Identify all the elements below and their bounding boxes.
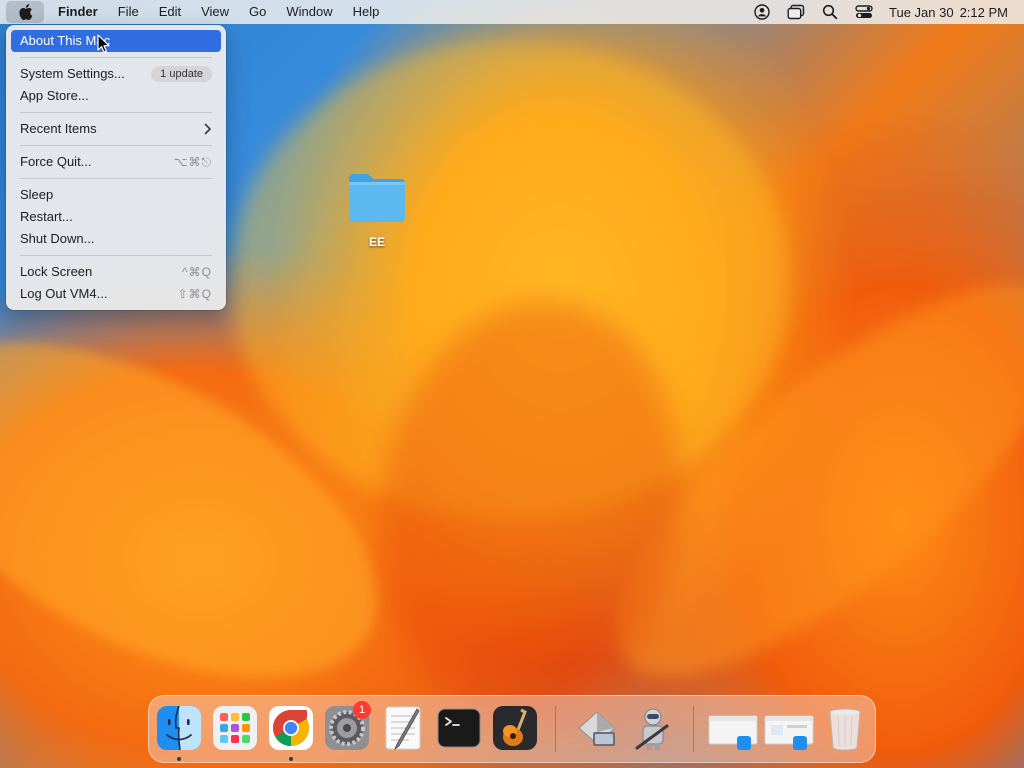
apple-menu-dropdown: About This Mac System Settings... 1 upda…: [6, 25, 226, 310]
user-icon[interactable]: [745, 0, 779, 24]
menu-help[interactable]: Help: [343, 0, 390, 24]
desktop: Finder File Edit View Go Window Help Tue…: [0, 0, 1024, 768]
dock-migration-assistant[interactable]: [573, 704, 621, 752]
menu-go[interactable]: Go: [239, 0, 276, 24]
menu-item-recent-items[interactable]: Recent Items: [11, 118, 221, 140]
minimized-window-thumbnail: [708, 715, 758, 750]
dock-textedit[interactable]: [379, 704, 427, 752]
trash-icon: [829, 708, 861, 751]
menu-separator: [20, 255, 212, 256]
menu-item-label: Restart...: [20, 209, 73, 224]
clock-date: Tue Jan 30: [889, 4, 954, 20]
menu-separator: [20, 57, 212, 58]
dock-garageband[interactable]: [491, 704, 539, 752]
menu-item-shortcut: ⇧⌘Q: [177, 287, 212, 301]
wallpaper-petal: [561, 223, 1024, 737]
menu-item-label: System Settings...: [20, 66, 125, 81]
menu-bar: Finder File Edit View Go Window Help Tue…: [0, 0, 1024, 24]
textedit-icon: [385, 706, 421, 751]
dock-finder[interactable]: [155, 704, 203, 752]
menu-file[interactable]: File: [108, 0, 149, 24]
guitar-icon: [493, 706, 537, 750]
wallpaper-petal: [0, 273, 431, 747]
dock-automator[interactable]: [629, 704, 677, 752]
wallpaper-petal: [352, 281, 708, 739]
menu-separator: [20, 112, 212, 113]
finder-icon: [157, 705, 201, 751]
menu-item-label: Shut Down...: [20, 231, 95, 246]
menu-item-restart[interactable]: Restart...: [11, 206, 221, 228]
menu-item-log-out[interactable]: Log Out VM4... ⇧⌘Q: [11, 283, 221, 305]
dock-trash[interactable]: [821, 704, 869, 752]
dock-divider: [555, 706, 556, 752]
mouse-cursor-icon: [97, 34, 110, 53]
migration-assistant-icon: [578, 711, 616, 746]
dock: 1: [148, 695, 876, 763]
automator-robot-icon: [635, 708, 669, 750]
chrome-icon: [269, 706, 313, 750]
menu-item-label: Log Out VM4...: [20, 286, 108, 301]
menu-separator: [20, 178, 212, 179]
window-stack-icon[interactable]: [779, 0, 813, 24]
menu-item-label: App Store...: [20, 88, 89, 103]
menu-item-shortcut: ⌥⌘⎋: [173, 155, 212, 169]
menu-item-label: Sleep: [20, 187, 54, 202]
menu-item-about-this-mac[interactable]: About This Mac: [11, 30, 221, 52]
minimized-window-thumbnail: [764, 715, 814, 750]
menu-window[interactable]: Window: [276, 0, 342, 24]
dock-terminal[interactable]: [435, 704, 483, 752]
menu-separator: [20, 145, 212, 146]
menu-clock[interactable]: Tue Jan 30 2:12 PM: [881, 5, 1014, 20]
clock-time: 2:12 PM: [959, 4, 1008, 20]
dock-launchpad[interactable]: [211, 704, 259, 752]
menu-app-name[interactable]: Finder: [48, 0, 108, 24]
menu-item-label: Lock Screen: [20, 264, 93, 279]
folder-icon: [349, 174, 405, 222]
menu-item-lock-screen[interactable]: Lock Screen ^⌘Q: [11, 261, 221, 283]
terminal-icon: [437, 708, 481, 748]
chevron-right-icon: [204, 123, 211, 135]
folder-name: EE: [368, 235, 385, 249]
apple-logo-icon: [19, 4, 33, 20]
menu-view[interactable]: View: [191, 0, 239, 24]
menu-item-app-store[interactable]: App Store...: [11, 85, 221, 107]
control-center-icon[interactable]: [847, 0, 881, 24]
menu-item-label: Force Quit...: [20, 154, 92, 169]
wallpaper-petal: [230, 40, 790, 520]
menu-edit[interactable]: Edit: [149, 0, 191, 24]
apple-menu-button[interactable]: [6, 1, 44, 23]
launchpad-icon: [213, 706, 257, 750]
menu-item-sleep[interactable]: Sleep: [11, 184, 221, 206]
dock-system-settings[interactable]: 1: [323, 701, 371, 752]
menu-item-shortcut: ^⌘Q: [182, 265, 212, 279]
notification-badge: 1: [353, 701, 371, 719]
menu-item-shut-down[interactable]: Shut Down...: [11, 228, 221, 250]
dock-minimized-window[interactable]: [763, 704, 814, 752]
menu-item-force-quit[interactable]: Force Quit... ⌥⌘⎋: [11, 151, 221, 173]
dock-minimized-window[interactable]: [707, 704, 758, 752]
menu-item-label: Recent Items: [20, 121, 97, 136]
menu-item-label: About This Mac: [20, 33, 111, 48]
menu-item-system-settings[interactable]: System Settings... 1 update: [11, 63, 221, 85]
update-badge: 1 update: [151, 66, 212, 82]
dock-chrome[interactable]: [267, 704, 315, 752]
search-icon[interactable]: [813, 0, 847, 24]
dock-divider: [693, 706, 694, 752]
desktop-folder[interactable]: EE: [338, 170, 416, 251]
running-indicator: [177, 757, 181, 761]
running-indicator: [289, 757, 293, 761]
